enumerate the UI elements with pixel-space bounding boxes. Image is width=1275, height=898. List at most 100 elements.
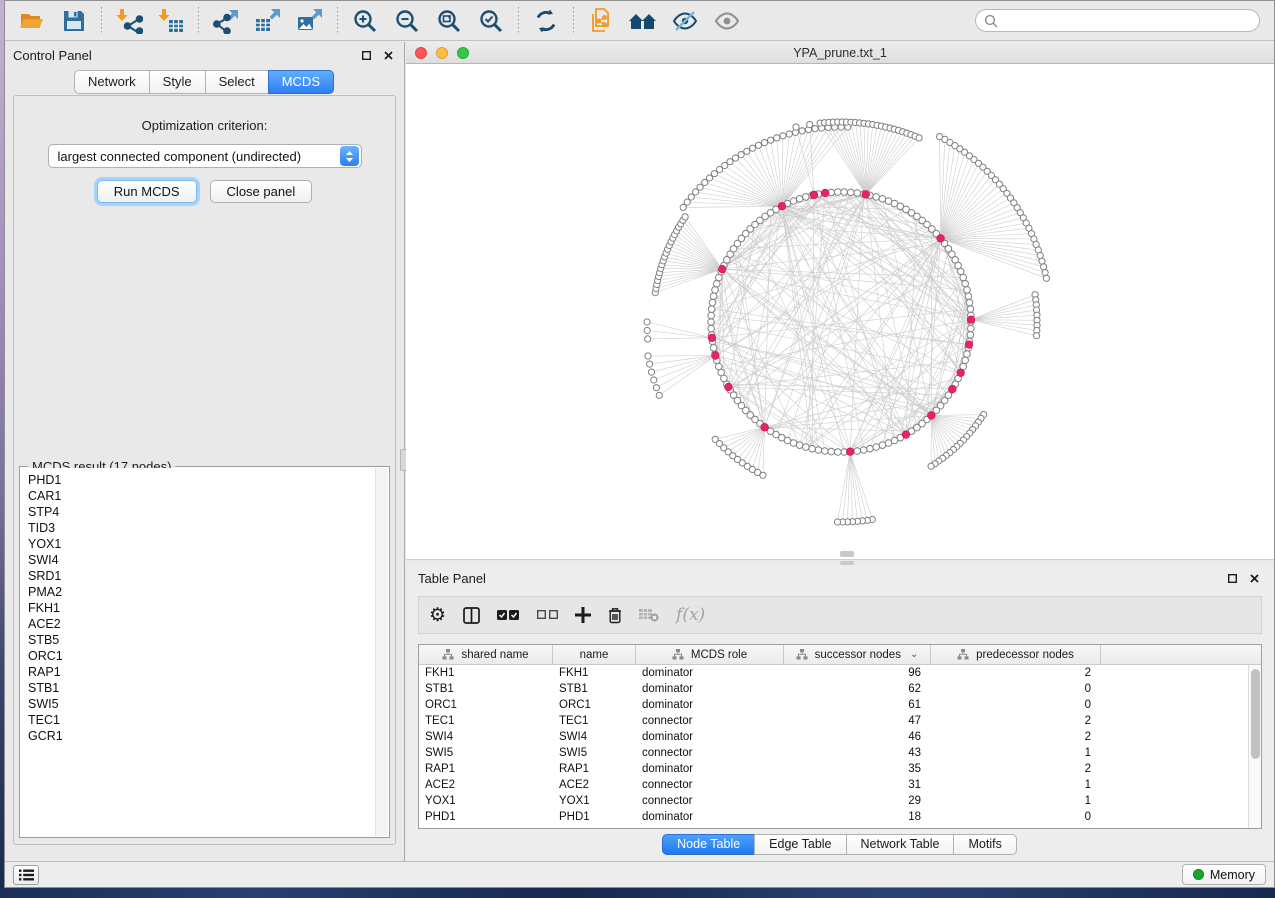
show-all-icon[interactable]	[710, 6, 744, 36]
column-header-name[interactable]: name	[553, 645, 636, 664]
search-input[interactable]	[998, 14, 1251, 28]
tab-motifs[interactable]: Motifs	[953, 834, 1016, 855]
column-header-MCDS-role[interactable]: MCDS role	[636, 645, 784, 664]
open-session-icon[interactable]	[15, 6, 49, 36]
select-all-columns-icon[interactable]	[497, 602, 520, 628]
zoom-out-icon[interactable]	[390, 6, 424, 36]
mcds-result-item[interactable]: PHD1	[28, 472, 375, 488]
network-nodes	[644, 119, 1050, 525]
tab-edge-table[interactable]: Edge Table	[754, 834, 846, 855]
table-settings-gear-icon[interactable]: ⚙	[429, 602, 446, 628]
table-row[interactable]: RAP1RAP1dominator352	[419, 761, 1248, 777]
column-header-shared-name[interactable]: shared name	[419, 645, 553, 664]
hide-selected-icon[interactable]	[668, 6, 702, 36]
table-cell: 1	[931, 777, 1101, 793]
table-panel-header: Table Panel	[406, 565, 1274, 591]
mcds-result-item[interactable]: CAR1	[28, 488, 375, 504]
mcds-result-list[interactable]: PHD1CAR1STP4TID3YOX1SWI4SRD1PMA2FKH1ACE2…	[21, 468, 375, 836]
close-panel-icon[interactable]	[380, 47, 396, 63]
mcds-result-item[interactable]: FKH1	[28, 600, 375, 616]
tab-network[interactable]: Network	[74, 70, 150, 94]
table-cell: 1	[931, 745, 1101, 761]
duplicate-network-icon[interactable]	[584, 6, 618, 36]
mcds-result-item[interactable]: SWI4	[28, 552, 375, 568]
mcds-result-item[interactable]: GCR1	[28, 728, 375, 744]
table-cell: 29	[784, 793, 931, 809]
toolbar-separator	[101, 7, 102, 35]
mcds-result-item[interactable]: STB5	[28, 632, 375, 648]
column-label: name	[580, 649, 609, 661]
table-scrollbar[interactable]	[1248, 665, 1261, 828]
save-session-icon[interactable]	[57, 6, 91, 36]
status-bar: Memory	[5, 861, 1274, 887]
mcds-result-item[interactable]: TID3	[28, 520, 375, 536]
network-canvas[interactable]	[406, 64, 1274, 559]
column-header-successor-nodes[interactable]: successor nodes⌄	[784, 645, 931, 664]
mcds-result-item[interactable]: TEC1	[28, 712, 375, 728]
mcds-result-item[interactable]: ACE2	[28, 616, 375, 632]
tab-style[interactable]: Style	[149, 70, 206, 94]
table-row[interactable]: SWI4SWI4dominator462	[419, 729, 1248, 745]
table-row[interactable]: PHD1PHD1dominator180	[419, 809, 1248, 825]
mcds-result-item[interactable]: YOX1	[28, 536, 375, 552]
optimization-criterion-select[interactable]: largest connected component (undirected)	[48, 144, 362, 168]
first-neighbors-icon[interactable]	[626, 6, 660, 36]
mcds-result-item[interactable]: ORC1	[28, 648, 375, 664]
network-window-title: YPA_prune.txt_1	[406, 46, 1274, 60]
table-row[interactable]: SWI5SWI5connector431	[419, 745, 1248, 761]
export-table-icon[interactable]	[251, 6, 285, 36]
table-cell: 31	[784, 777, 931, 793]
zoom-selected-icon[interactable]	[474, 6, 508, 36]
table-row[interactable]: ORC1ORC1dominator610	[419, 697, 1248, 713]
mcds-result-item[interactable]: STP4	[28, 504, 375, 520]
search-icon	[984, 14, 998, 28]
show-column-icon[interactable]	[463, 602, 480, 628]
table-cell: STB1	[419, 681, 553, 697]
memory-status-icon	[1193, 869, 1204, 880]
mcds-result-item[interactable]: RAP1	[28, 664, 375, 680]
delete-column-icon[interactable]	[608, 602, 622, 628]
mcds-result-item[interactable]: STB1	[28, 680, 375, 696]
table-row[interactable]: STB1STB1dominator620	[419, 681, 1248, 697]
create-column-icon[interactable]	[575, 602, 591, 628]
table-row[interactable]: TEC1TEC1connector472	[419, 713, 1248, 729]
task-history-button[interactable]	[13, 865, 39, 885]
refresh-view-icon[interactable]	[529, 6, 563, 36]
mcds-result-item[interactable]: PMA2	[28, 584, 375, 600]
network-hscroll-handle[interactable]	[840, 551, 854, 557]
column-header-predecessor-nodes[interactable]: predecessor nodes	[931, 645, 1101, 664]
close-panel-button[interactable]: Close panel	[210, 180, 313, 203]
close-table-panel-icon[interactable]	[1246, 570, 1262, 586]
run-mcds-button[interactable]: Run MCDS	[97, 180, 197, 203]
table-row[interactable]: YOX1YOX1connector291	[419, 793, 1248, 809]
zoom-in-icon[interactable]	[348, 6, 382, 36]
float-panel-icon[interactable]	[358, 47, 374, 63]
main-toolbar	[5, 1, 1274, 41]
import-network-icon[interactable]	[112, 6, 146, 36]
tab-network-table[interactable]: Network Table	[846, 834, 955, 855]
toolbar-separator	[198, 7, 199, 35]
zoom-fit-icon[interactable]	[432, 6, 466, 36]
table-row[interactable]: FKH1FKH1dominator962	[419, 665, 1248, 681]
table-cell: SWI5	[419, 745, 553, 761]
table-cell: 35	[784, 761, 931, 777]
import-table-icon[interactable]	[154, 6, 188, 36]
table-cell: 2	[931, 665, 1101, 681]
table-cell: STB1	[553, 681, 636, 697]
table-cell: FKH1	[419, 665, 553, 681]
mcds-result-item[interactable]: SWI5	[28, 696, 375, 712]
mcds-result-scrollbar[interactable]	[375, 468, 388, 836]
mcds-result-item[interactable]: SRD1	[28, 568, 375, 584]
tab-select[interactable]: Select	[205, 70, 269, 94]
export-network-icon[interactable]	[209, 6, 243, 36]
float-table-panel-icon[interactable]	[1224, 570, 1240, 586]
search-box[interactable]	[975, 9, 1260, 32]
export-image-icon[interactable]	[293, 6, 327, 36]
table-cell: ACE2	[419, 777, 553, 793]
tab-mcds[interactable]: MCDS	[268, 70, 334, 94]
table-row[interactable]: ACE2ACE2connector311	[419, 777, 1248, 793]
unselect-all-columns-icon[interactable]	[537, 602, 558, 628]
table-scrollbar-thumb[interactable]	[1251, 669, 1260, 759]
tab-node-table[interactable]: Node Table	[662, 834, 755, 855]
memory-button[interactable]: Memory	[1182, 864, 1266, 885]
